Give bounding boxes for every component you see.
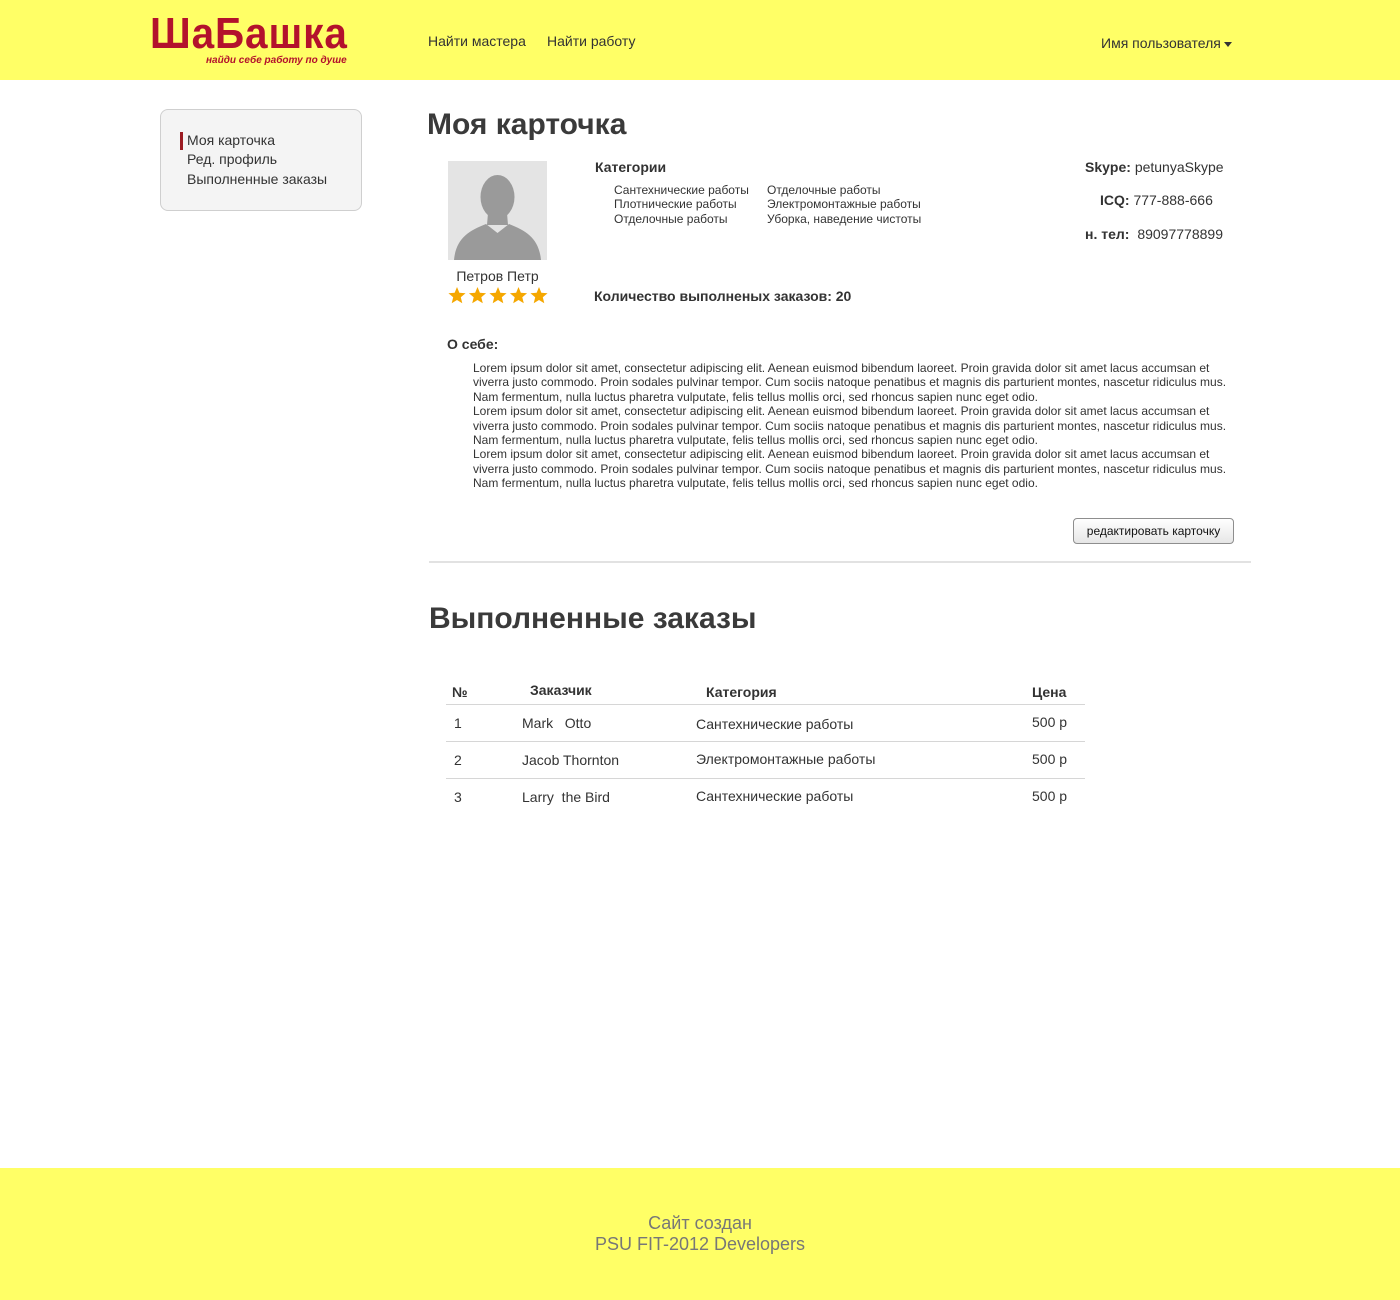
nav-find-master[interactable]: Найти мастера <box>428 33 526 49</box>
column-header-category: Категория <box>706 684 777 700</box>
footer: Сайт создан PSU FIT-2012 Developers <box>0 1168 1400 1300</box>
category-item: Отделочные работы <box>767 183 881 197</box>
phone-value: 89097778899 <box>1137 226 1223 242</box>
row-divider <box>446 778 1085 779</box>
sidebar: Моя карточка Ред. профиль Выполненные за… <box>160 109 362 211</box>
sidebar-item-edit-profile[interactable]: Ред. профиль <box>187 151 277 167</box>
row-divider <box>446 741 1085 742</box>
contact-phone: н. тел: 89097778899 <box>1085 226 1223 242</box>
skype-value: petunyaSkype <box>1134 159 1224 175</box>
about-paragraph: Lorem ipsum dolor sit amet, consectetur … <box>473 404 1227 448</box>
logo-title: ШаБашка <box>150 9 348 58</box>
icq-label: ICQ: <box>1100 192 1130 208</box>
skype-label: Skype: <box>1085 159 1131 175</box>
stars-svg <box>448 287 548 304</box>
category-item: Отделочные работы <box>614 212 728 226</box>
caret-down-icon <box>1223 41 1232 47</box>
user-menu-dropdown[interactable]: Имя пользователя <box>1101 35 1232 51</box>
nav-find-work[interactable]: Найти работу <box>547 33 635 49</box>
footer-line-1: Сайт создан <box>648 1213 752 1233</box>
column-header-customer: Заказчик <box>530 682 592 698</box>
user-silhouette-icon <box>448 161 547 260</box>
person-name: Петров Петр <box>456 268 539 284</box>
page-title: Моя карточка <box>427 108 627 141</box>
category-item: Плотнические работы <box>614 197 737 211</box>
active-indicator <box>180 132 183 150</box>
category-item: Сантехнические работы <box>614 183 749 197</box>
contact-icq: ICQ: 777-888-666 <box>1100 192 1213 208</box>
cell-category: Сантехнические работы <box>696 788 854 804</box>
site-logo[interactable]: ШаБашка найди себе работу по душе <box>150 9 360 70</box>
phone-label: н. тел: <box>1085 226 1130 242</box>
cell-number: 3 <box>454 789 462 805</box>
about-text: Lorem ipsum dolor sit amet, consectetur … <box>473 361 1233 491</box>
cell-price: 500 р <box>1032 714 1068 730</box>
contact-skype: Skype: petunyaSkype <box>1085 159 1224 175</box>
about-paragraph: Lorem ipsum dolor sit amet, consectetur … <box>473 361 1227 404</box>
star-icon <box>530 287 548 304</box>
star-icon <box>489 287 507 304</box>
logo-subtitle: найди себе работу по душе <box>206 55 347 66</box>
column-header-price: Цена <box>1032 684 1067 700</box>
column-header-number: № <box>452 684 468 700</box>
cell-price: 500 р <box>1032 788 1068 804</box>
about-paragraph: Lorem ipsum dolor sit amet, consectetur … <box>473 447 1227 491</box>
section-divider <box>429 561 1251 563</box>
cell-category: Сантехнические работы <box>696 716 854 732</box>
categories-title: Категории <box>595 159 667 175</box>
edit-card-button[interactable]: редактировать карточку <box>1073 518 1234 544</box>
cell-customer: Mark Otto <box>522 715 592 731</box>
cell-number: 1 <box>454 715 462 731</box>
cell-number: 2 <box>454 752 462 768</box>
rating-stars <box>448 286 548 306</box>
cell-price: 500 р <box>1032 751 1068 767</box>
row-divider <box>446 704 1085 705</box>
star-icon <box>468 287 487 304</box>
cell-category: Электромонтажные работы <box>696 751 876 767</box>
cell-customer: Larry the Bird <box>522 789 610 805</box>
category-item: Уборка, наведение чистоты <box>767 212 922 226</box>
star-icon <box>509 287 528 304</box>
sidebar-item-completed-orders[interactable]: Выполненные заказы <box>187 171 327 187</box>
footer-line-2: PSU FIT-2012 Developers <box>594 1234 806 1254</box>
about-label: О себе: <box>447 336 499 352</box>
sidebar-item-my-card[interactable]: Моя карточка <box>187 132 275 148</box>
user-menu-label: Имя пользователя <box>1101 35 1221 51</box>
category-item: Электромонтажные работы <box>767 197 921 211</box>
star-icon <box>448 287 466 304</box>
cell-customer: Jacob Thornton <box>522 752 620 768</box>
orders-title: Выполненные заказы <box>429 602 757 635</box>
header: ШаБашка найди себе работу по душе Найти … <box>0 0 1400 80</box>
avatar <box>448 161 547 260</box>
icq-value: 777-888-666 <box>1133 192 1213 208</box>
orders-count: Количество выполненых заказов: 20 <box>594 288 852 304</box>
